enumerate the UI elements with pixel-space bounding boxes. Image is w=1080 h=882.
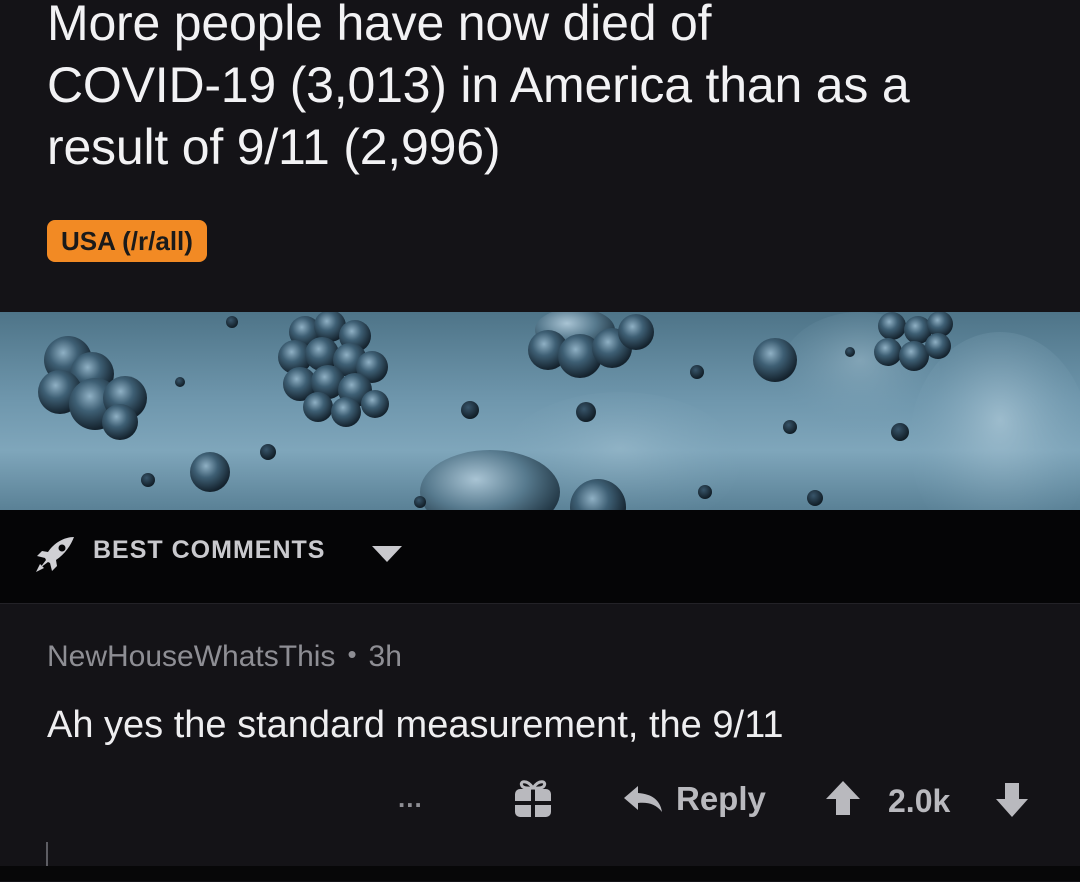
virus-illustration xyxy=(38,312,1080,510)
sort-label[interactable]: BEST COMMENTS xyxy=(93,536,325,565)
post-flair[interactable]: USA (/r/all) xyxy=(47,220,207,262)
comment-age: 3h xyxy=(368,640,402,673)
upvote-arrow-icon[interactable] xyxy=(824,779,862,817)
reply-button[interactable]: Reply xyxy=(622,777,766,821)
virus-cluster-left xyxy=(38,336,147,440)
virus-cell xyxy=(190,452,230,492)
comment-meta: NewHouseWhatsThis • 3h xyxy=(47,639,402,674)
gift-icon[interactable] xyxy=(512,777,554,819)
virus-cluster-top xyxy=(528,312,654,378)
reply-label: Reply xyxy=(676,780,766,817)
chevron-down-icon[interactable] xyxy=(370,544,404,564)
comment-author[interactable]: NewHouseWhatsThis xyxy=(47,640,335,673)
reply-arrow-icon xyxy=(624,786,662,812)
post-image[interactable] xyxy=(0,312,1080,510)
comment-body: Ah yes the standard measurement, the 9/1… xyxy=(47,704,784,746)
virus-cluster-center-left xyxy=(278,312,389,427)
comment: NewHouseWhatsThis • 3h Ah yes the standard… xyxy=(0,603,1080,882)
comment-actions: ... Reply 2.0k xyxy=(0,769,1080,829)
comment-sort-bar[interactable]: BEST COMMENTS xyxy=(0,510,1080,603)
bottom-divider xyxy=(0,866,1080,881)
more-options-button[interactable]: ... xyxy=(398,783,423,814)
post-title[interactable]: More people have now died of COVID-19 (3… xyxy=(47,0,1080,178)
downvote-arrow-icon[interactable] xyxy=(994,781,1030,819)
rocket-icon xyxy=(36,537,74,572)
vote-score: 2.0k xyxy=(888,783,951,819)
post-header: More people have now died of COVID-19 (3… xyxy=(0,0,1080,312)
virus-cell xyxy=(753,338,797,382)
meta-separator: • xyxy=(347,639,357,669)
